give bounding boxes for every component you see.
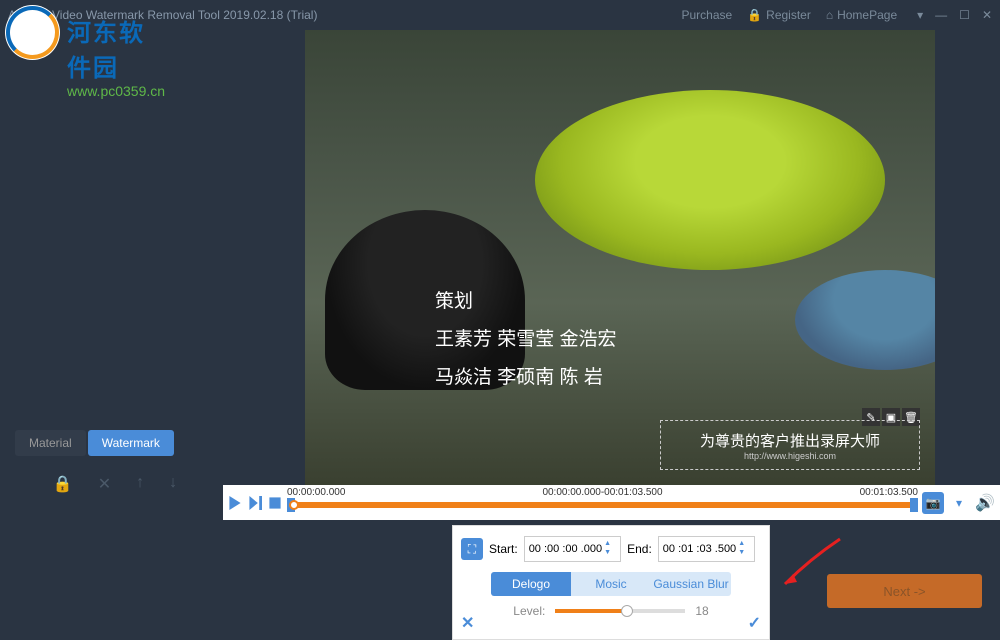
- step-button[interactable]: [247, 495, 263, 511]
- close-button[interactable]: ✕: [982, 8, 992, 22]
- timeline-track[interactable]: 00:00:00.000 00:00:00.000-00:01:03.500 0…: [287, 485, 918, 520]
- logo-url: www.pc0359.cn: [67, 83, 165, 99]
- delete-icon[interactable]: ✕: [98, 474, 111, 494]
- start-label: Start:: [489, 542, 518, 556]
- lock-icon: 🔒: [747, 8, 762, 22]
- start-spinner[interactable]: ▲▼: [604, 539, 616, 559]
- time-start: 00:00:00.000: [287, 487, 345, 498]
- end-label: End:: [627, 542, 652, 556]
- time-range: 00:00:00.000-00:01:03.500: [542, 487, 662, 498]
- down-icon[interactable]: ↓: [169, 474, 177, 494]
- maximize-button[interactable]: ☐: [959, 8, 970, 22]
- site-logo: 河东软件园 www.pc0359.cn: [5, 5, 60, 60]
- camera-icon[interactable]: 📷: [922, 492, 944, 514]
- time-end: 00:01:03.500: [860, 487, 918, 498]
- homepage-link[interactable]: ⌂ HomePage: [826, 8, 897, 22]
- start-time-input[interactable]: 00 :00 :00 .000 ▲▼: [524, 536, 621, 562]
- up-icon[interactable]: ↑: [136, 474, 144, 494]
- timeline: 00:00:00.000 00:00:00.000-00:01:03.500 0…: [223, 485, 1000, 520]
- purchase-link[interactable]: Purchase: [682, 8, 733, 22]
- home-icon: ⌂: [826, 8, 833, 22]
- end-time-input[interactable]: 00 :01 :03 .500 ▲▼: [658, 536, 755, 562]
- trim-handle-right[interactable]: [910, 498, 918, 512]
- mode-delogo[interactable]: Delogo: [491, 572, 571, 596]
- dropdown-icon[interactable]: ▾: [917, 8, 923, 22]
- video-credits: 策划 王素芳 荣雪莹 金浩宏 马焱洁 李硕南 陈 岩: [435, 285, 617, 399]
- playhead[interactable]: [289, 500, 299, 510]
- lock-icon[interactable]: 🔒: [53, 474, 73, 494]
- sidebar: Material Watermark 🔒 ✕ ↑ ↓: [15, 430, 215, 502]
- play-button[interactable]: [227, 495, 243, 511]
- tab-watermark[interactable]: Watermark: [88, 430, 174, 456]
- register-link[interactable]: 🔒 Register: [747, 8, 811, 22]
- next-button[interactable]: Next ->: [827, 574, 982, 608]
- stop-button[interactable]: [267, 495, 283, 511]
- mode-gaussian[interactable]: Gaussian Blur: [651, 572, 731, 596]
- fullscreen-icon[interactable]: ⛶: [461, 538, 483, 560]
- confirm-button[interactable]: ✓: [748, 613, 761, 633]
- mode-mosic[interactable]: Mosic: [571, 572, 651, 596]
- minimize-button[interactable]: —: [935, 8, 947, 22]
- end-spinner[interactable]: ▲▼: [738, 539, 750, 559]
- logo-text-cn: 河东软件园: [67, 13, 165, 83]
- volume-icon[interactable]: 🔊: [974, 492, 996, 514]
- cancel-button[interactable]: ✕: [461, 613, 474, 633]
- dropdown-icon[interactable]: ▾: [948, 492, 970, 514]
- watermark-selection[interactable]: 为尊贵的客户推出录屏大师 http://www.higeshi.com: [660, 420, 920, 470]
- tab-material[interactable]: Material: [15, 430, 86, 456]
- watermark-settings-panel: ⛶ Start: 00 :00 :00 .000 ▲▼ End: 00 :01 …: [452, 525, 770, 640]
- video-preview[interactable]: 策划 王素芳 荣雪莹 金浩宏 马焱洁 李硕南 陈 岩 ✎ ▣ 🗑 为尊贵的客户推…: [305, 30, 935, 485]
